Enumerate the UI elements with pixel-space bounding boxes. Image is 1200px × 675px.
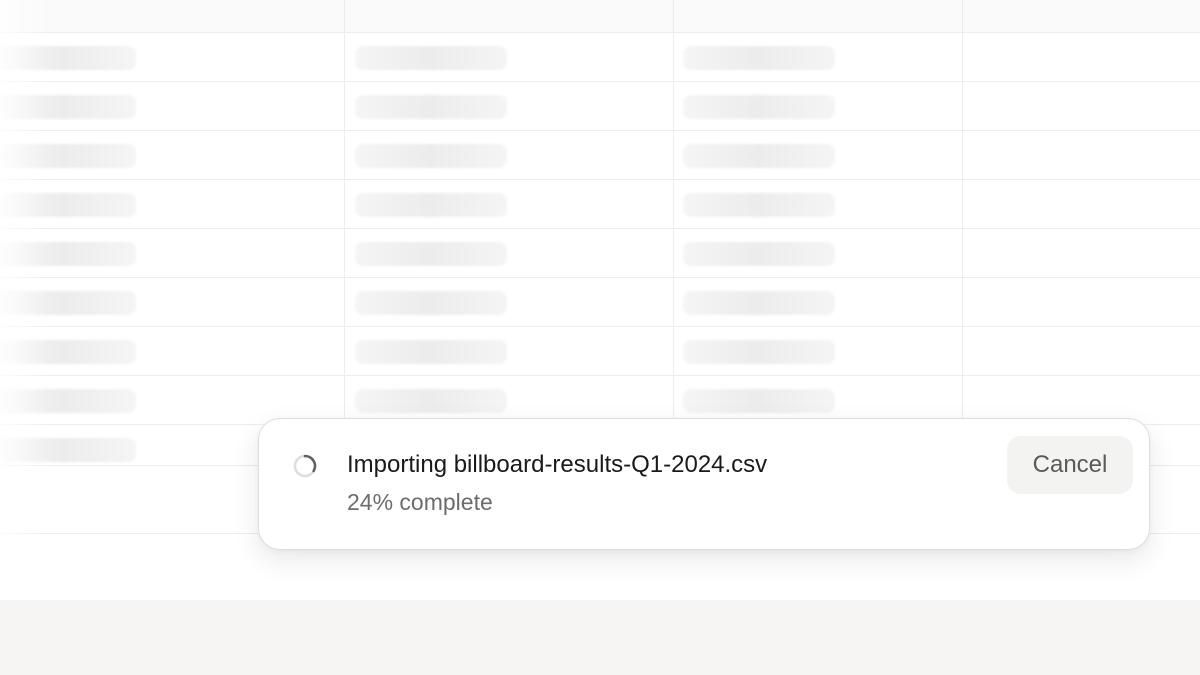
skeleton-cell	[683, 46, 835, 70]
table-row	[0, 180, 1200, 229]
skeleton-cell	[355, 340, 507, 364]
import-title: Importing billboard-results-Q1-2024.csv	[347, 451, 768, 478]
skeleton-cell	[355, 242, 507, 266]
import-progress-toast: Importing billboard-results-Q1-2024.csv …	[258, 418, 1150, 550]
loading-spinner-icon	[293, 454, 317, 478]
skeleton-cell	[355, 46, 507, 70]
table-row	[0, 82, 1200, 131]
skeleton-cell	[355, 193, 507, 217]
cancel-button[interactable]: Cancel	[1007, 436, 1133, 494]
table-row	[0, 229, 1200, 278]
skeleton-cell	[355, 291, 507, 315]
skeleton-cell	[683, 144, 835, 168]
skeleton-cell	[683, 389, 835, 413]
skeleton-cell	[355, 144, 507, 168]
skeleton-cell	[683, 340, 835, 364]
table-row	[0, 327, 1200, 376]
skeleton-cell	[683, 193, 835, 217]
column-divider	[673, 0, 674, 425]
skeleton-cell	[355, 389, 507, 413]
left-edge-fade	[0, 0, 50, 600]
skeleton-cell	[355, 95, 507, 119]
table-row	[0, 131, 1200, 180]
import-progress-text: 24% complete	[347, 489, 493, 515]
skeleton-cell	[683, 242, 835, 266]
table-row	[0, 33, 1200, 82]
table-row	[0, 278, 1200, 327]
column-divider	[962, 0, 963, 425]
skeleton-cell	[683, 291, 835, 315]
skeleton-cell	[683, 95, 835, 119]
column-divider	[344, 0, 345, 466]
table-header-row	[0, 0, 1200, 33]
